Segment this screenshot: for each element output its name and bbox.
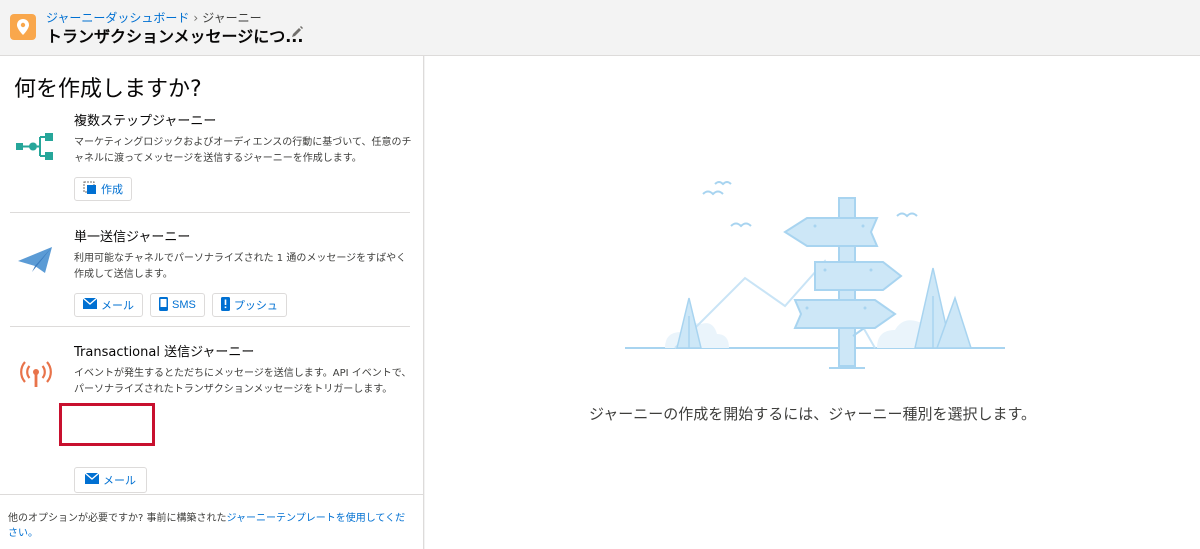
single-send-sms-button[interactable]: SMS [150,293,205,317]
template-footer-note: 他のオプションが必要ですか? 事前に構築されたジャーニーテンプレートを使用してく… [8,511,413,541]
email-button-label: メール [103,475,136,487]
push-icon [220,296,230,314]
create-button-label: 作成 [101,184,123,196]
email-icon [82,297,98,312]
highlight-annotation-box [59,403,155,446]
option-title: 複数ステップジャーニー [74,114,217,129]
footer-divider [0,494,424,495]
create-icon [83,181,97,198]
email-icon [84,472,100,487]
option-description: マーケティングロジックおよびオーディエンスの行動に基づいて、任意のチャネルに渡っ… [74,137,412,164]
transactional-email-button[interactable]: メール [74,467,147,493]
option-description: 利用可能なチャネルでパーソナライズされた 1 通のメッセージをすばやく作成して送… [74,253,407,280]
transactional-button-row: メール [74,467,147,493]
sms-button-label: SMS [172,299,196,311]
option-description: イベントが発生するとただちにメッセージを送信します。API イベントで、パーソナ… [74,368,412,395]
empty-state-panel: ジャーニーの作成を開始するには、ジャーニー種別を選択します。 [425,56,1200,549]
single-send-email-button[interactable]: メール [74,293,143,317]
create-multi-step-button[interactable]: 作成 [74,177,132,201]
location-pin-icon [10,14,36,40]
multi-step-journey-icon [16,126,56,166]
push-button-label: プッシュ [233,300,278,312]
page-header: ジャーニーダッシュボード › ジャーニー トランザクションメッセージにつ... [0,0,1200,56]
page-title: トランザクションメッセージにつ... [46,27,304,46]
email-button-label: メール [101,300,134,312]
pencil-icon[interactable] [290,24,304,38]
option-title: 単一送信ジャーニー [74,230,191,245]
divider [10,326,410,327]
paper-plane-icon [16,240,56,280]
single-send-option-body: 単一送信ジャーニー 利用可能なチャネルでパーソナライズされた 1 通のメッセージ… [74,226,414,317]
single-send-journey-option: 単一送信ジャーニー 利用可能なチャネルでパーソナライズされた 1 通のメッセージ… [10,224,410,324]
empty-state-message: ジャーニーの作成を開始するには、ジャーニー種別を選択します。 [588,405,1036,423]
transactional-option-body: Transactional 送信ジャーニー イベントが発生するとただちにメッセー… [74,341,414,398]
multi-step-option-body: 複数ステップジャーニー マーケティングロジックおよびオーディエンスの行動に基づい… [74,110,414,201]
single-send-push-button[interactable]: プッシュ [211,293,287,317]
mobile-icon [159,296,168,314]
option-title: Transactional 送信ジャーニー [74,345,255,360]
option-button-row: 作成 [74,177,414,201]
option-button-row: メール SMS プッシュ [74,293,414,317]
broadcast-signal-icon [16,355,56,395]
journey-type-panel: 何を作成しますか? 複数ステップジャーニー マーケティングロジックおよびオーディ… [0,56,424,549]
signpost-illustration [625,181,1005,369]
divider [10,212,410,213]
panel-heading: 何を作成しますか? [14,77,202,102]
footer-text: 他のオプションが必要ですか? 事前に構築された [8,513,227,524]
multi-step-journey-option: 複数ステップジャーニー マーケティングロジックおよびオーディエンスの行動に基づい… [10,108,412,213]
